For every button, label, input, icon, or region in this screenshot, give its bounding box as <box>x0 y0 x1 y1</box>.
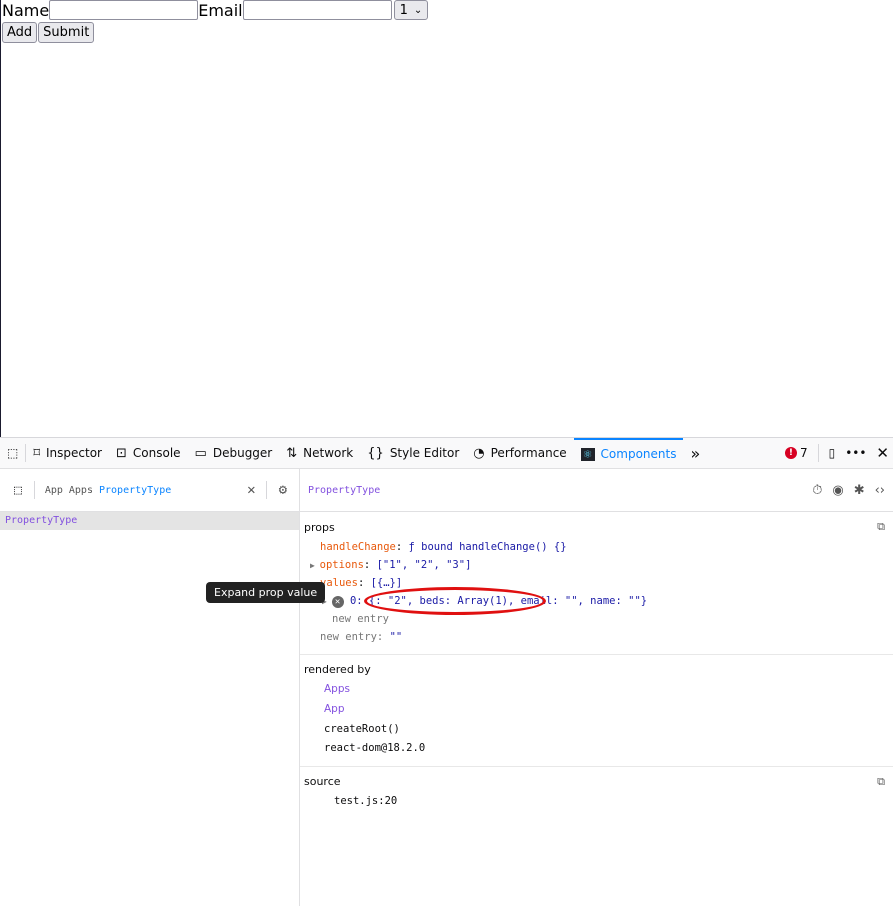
tab-label: Components <box>600 447 677 461</box>
breadcrumb-propertytype[interactable]: PropertyType <box>99 485 171 496</box>
prop-key: options <box>319 559 364 571</box>
tab-performance[interactable]: ◔ Performance <box>466 438 573 468</box>
prop-options[interactable]: ▶ options: ["1", "2", "3"] <box>310 556 889 574</box>
devtools: ⬚ ⌑ Inspector ⊡ Console ▭ Debugger ⇅ Network… <box>0 437 893 906</box>
name-input[interactable] <box>49 0 199 20</box>
source-location[interactable]: test.js:20 <box>304 792 889 810</box>
rendered-by-apps[interactable]: Apps <box>324 680 889 700</box>
element-picker-icon[interactable]: ⬚ <box>0 438 25 468</box>
tab-style-editor[interactable]: {} Style Editor <box>360 438 466 468</box>
style-editor-icon: {} <box>367 445 384 461</box>
email-label: Email <box>198 0 243 20</box>
props-title: props <box>304 521 335 534</box>
rendered-by-section: rendered by Apps App createRoot() react-… <box>300 655 893 767</box>
new-entry-key: new entry <box>320 631 377 643</box>
clear-icon[interactable]: ✕ <box>237 482 265 498</box>
select-value: 1 <box>399 2 408 18</box>
error-icon: ! <box>784 447 797 459</box>
tab-console[interactable]: ⊡ Console <box>109 438 188 468</box>
inspector-header: PropertyType ⏱ ◉ ✱ ‹› <box>300 469 893 512</box>
submit-button[interactable]: Submit <box>38 21 95 43</box>
prop-key: values <box>320 577 358 589</box>
tab-network[interactable]: ⇅ Network <box>279 438 360 468</box>
new-entry[interactable]: new entry: "" <box>320 628 889 646</box>
props-panel: PropertyType ⏱ ◉ ✱ ‹› props ⧉ handleChan… <box>300 469 893 906</box>
delete-entry-icon[interactable]: ✕ <box>331 596 344 608</box>
performance-icon: ◔ <box>473 445 485 461</box>
red-annotation-circle <box>364 587 546 615</box>
web-page: Name Email 1 ⌄ Add Submit <box>0 0 893 437</box>
tab-label: Style Editor <box>389 446 460 460</box>
values-entry-0[interactable]: ▶ ✕ 0: {: "2", beds: Array(1), email: ""… <box>322 587 889 615</box>
devtools-toolbar: ⬚ ⌑ Inspector ⊡ Console ▭ Debugger ⇅ Network… <box>0 438 893 469</box>
prop-handlechange: handleChange: ƒ bound handleChange() {} <box>320 541 567 553</box>
beds-select[interactable]: 1 ⌄ <box>393 0 429 20</box>
more-tabs-icon[interactable]: » <box>683 438 707 468</box>
tab-label: Network <box>303 446 354 460</box>
code-icon[interactable]: ‹› <box>875 483 885 498</box>
name-label: Name <box>2 0 50 20</box>
debugger-icon: ▭ <box>194 445 207 461</box>
tab-components[interactable]: ⚛ Components <box>573 438 684 468</box>
copy-icon[interactable]: ⧉ <box>877 520 885 534</box>
tree-item-propertytype[interactable]: PropertyType <box>0 512 299 530</box>
form: Name Email 1 ⌄ Add Submit <box>2 0 429 43</box>
email-input[interactable] <box>242 0 392 20</box>
tab-label: Inspector <box>46 446 102 460</box>
component-tree-panel: ⬚ App Apps PropertyType ✕ ⚙ PropertyType <box>0 469 300 906</box>
stopwatch-icon[interactable]: ⏱ <box>812 483 822 498</box>
breadcrumb-apps[interactable]: Apps <box>69 485 93 496</box>
new-entry-value: "" <box>389 631 403 643</box>
tree-toolbar: ⬚ App Apps PropertyType ✕ ⚙ <box>0 469 299 512</box>
source-section: source ⧉ test.js:20 <box>300 767 893 818</box>
prop-value: ["1", "2", "3"] <box>376 559 472 571</box>
rendered-by-react-dom: react-dom@18.2.0 <box>324 742 426 754</box>
react-icon: ⚛ <box>580 447 595 461</box>
expand-arrow-icon[interactable]: ▶ <box>310 561 320 570</box>
more-options-icon[interactable]: ••• <box>845 446 866 460</box>
tab-label: Performance <box>490 446 567 460</box>
selected-component-name: PropertyType <box>308 484 381 496</box>
tab-inspector[interactable]: ⌑ Inspector <box>26 438 109 468</box>
error-count-value: 7 <box>799 446 808 460</box>
responsive-design-icon[interactable]: ▯ <box>829 446 836 460</box>
bug-icon[interactable]: ✱ <box>854 483 865 498</box>
rendered-by-app[interactable]: App <box>324 700 889 720</box>
props-section: props ⧉ handleChange: ƒ bound handleChan… <box>300 512 893 655</box>
tooltip: Expand prop value <box>206 582 326 603</box>
rendered-by-title: rendered by <box>304 663 371 676</box>
close-icon[interactable]: ✕ <box>876 444 889 462</box>
copy-icon[interactable]: ⧉ <box>877 775 885 789</box>
inspector-icon: ⌑ <box>33 445 41 461</box>
breadcrumb-app[interactable]: App <box>45 485 63 496</box>
eye-icon[interactable]: ◉ <box>832 483 843 498</box>
tab-debugger[interactable]: ▭ Debugger <box>188 438 280 468</box>
rendered-by-createroot: createRoot() <box>324 723 400 735</box>
error-count[interactable]: ! 7 <box>784 446 808 460</box>
prop-value: ƒ bound handleChange() {} <box>408 541 567 553</box>
console-icon: ⊡ <box>116 445 127 461</box>
gear-icon[interactable]: ⚙ <box>267 482 299 498</box>
add-button[interactable]: Add <box>2 21 38 43</box>
prop-value: [{…}] <box>370 577 403 589</box>
select-element-icon[interactable]: ⬚ <box>14 483 22 498</box>
tab-label: Console <box>132 446 181 460</box>
chevron-down-icon: ⌄ <box>413 4 423 16</box>
network-icon: ⇅ <box>286 445 298 461</box>
source-title: source <box>304 775 341 788</box>
tab-label: Debugger <box>212 446 273 460</box>
prop-key: handleChange <box>320 541 396 553</box>
